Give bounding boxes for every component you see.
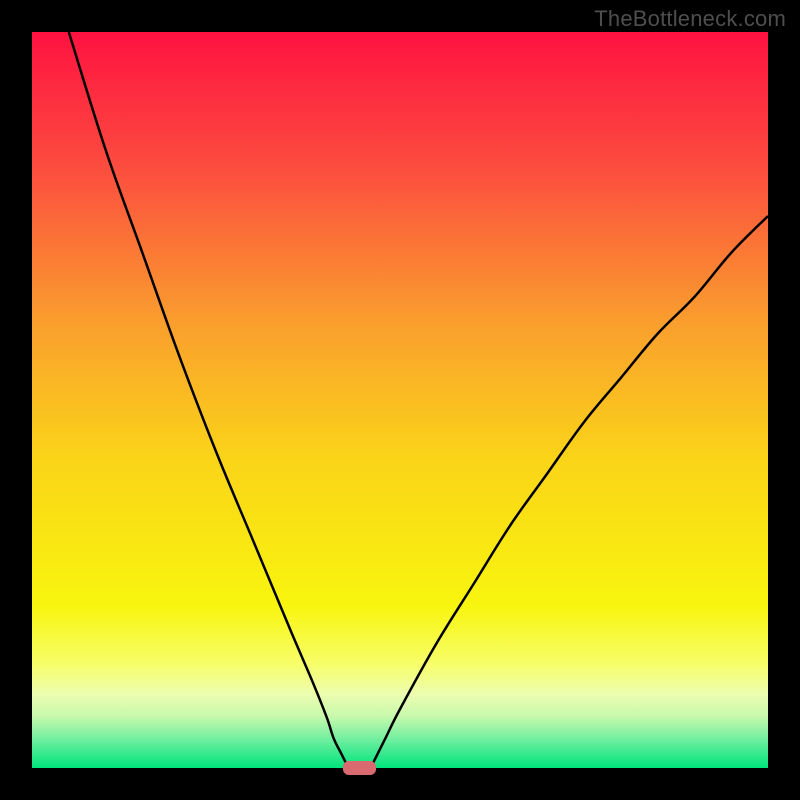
chart-svg <box>0 0 800 800</box>
plot-gradient-background <box>32 32 768 768</box>
watermark-text: TheBottleneck.com <box>594 6 786 32</box>
minimum-marker <box>343 761 376 775</box>
bottleneck-chart: TheBottleneck.com <box>0 0 800 800</box>
